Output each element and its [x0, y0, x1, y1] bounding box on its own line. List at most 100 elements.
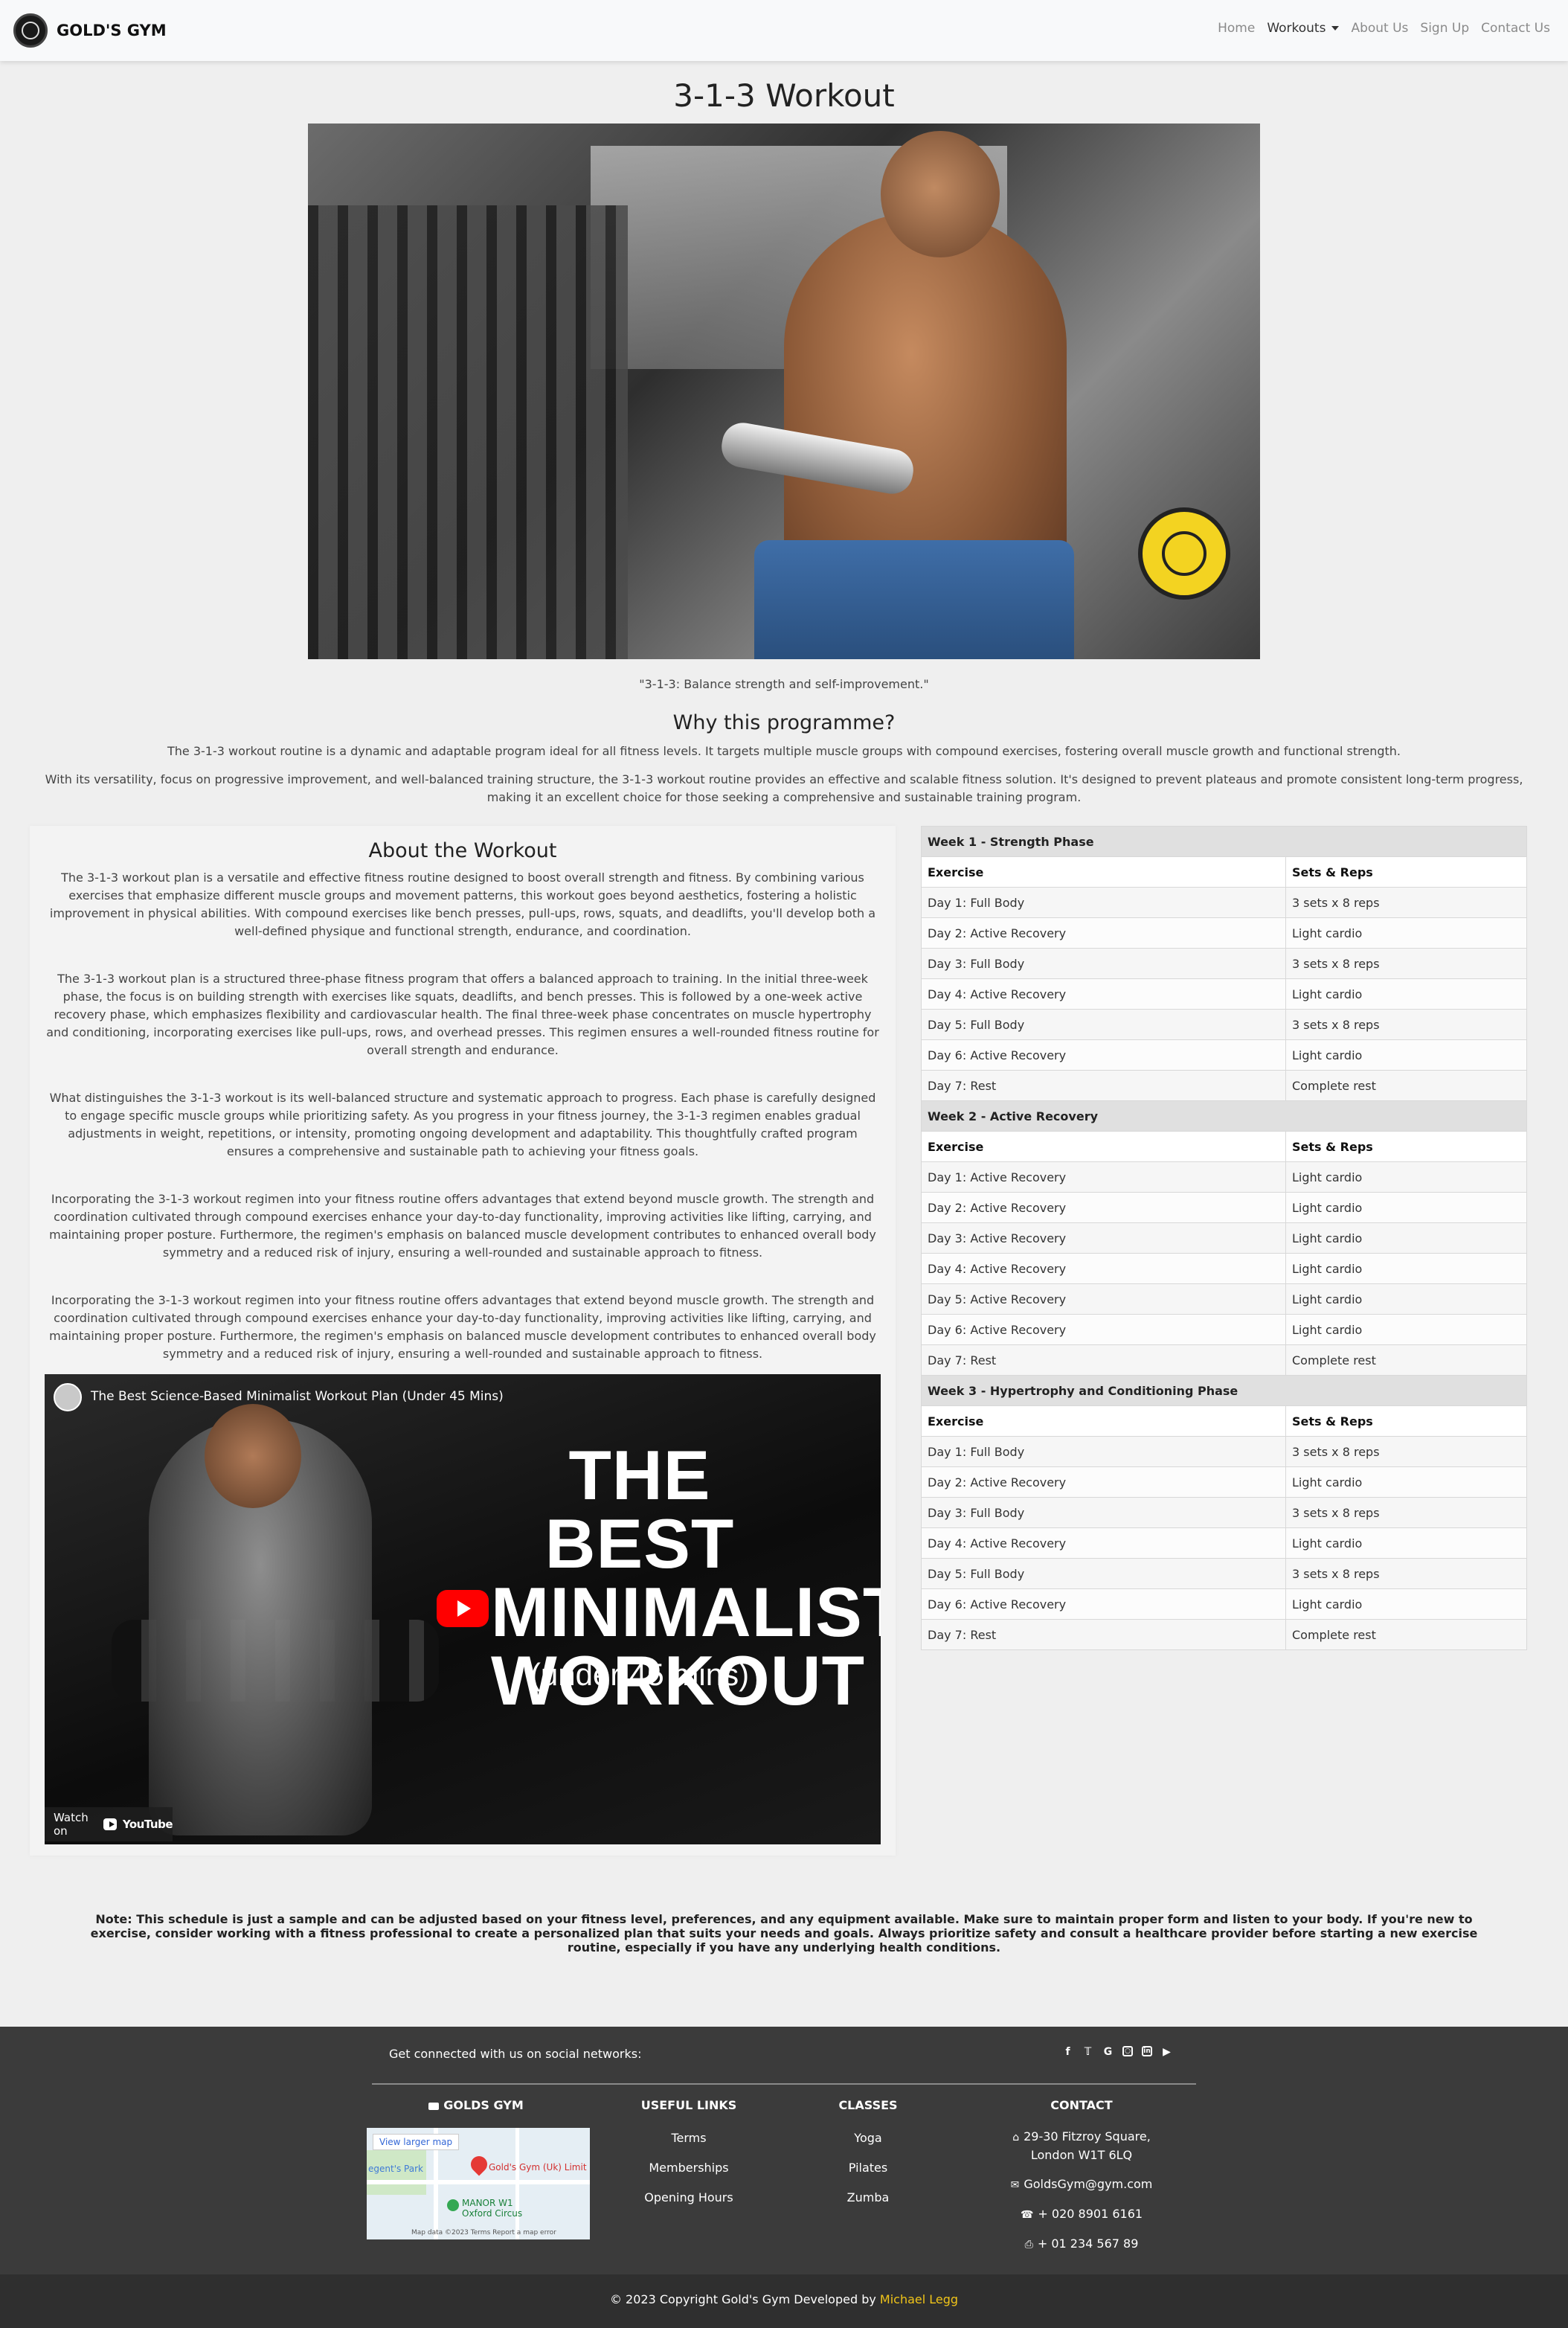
copyright-text: © 2023 Copyright Gold's Gym Developed by: [609, 2292, 880, 2306]
exercise-cell: Day 1: Full Body: [921, 1436, 1286, 1467]
nav-workouts-dropdown[interactable]: Workouts: [1267, 21, 1340, 36]
social-text: Get connected with us on social networks…: [389, 2047, 642, 2061]
about-paragraph: The 3-1-3 workout plan is a versatile an…: [49, 870, 876, 938]
sets-reps-cell: Complete rest: [1285, 1344, 1527, 1376]
dumbbell-icon: [428, 2102, 440, 2110]
instagram-icon[interactable]: ○: [1122, 2046, 1133, 2056]
map-station-label: Oxford Circus: [462, 2208, 523, 2219]
navbar: GOLD'S GYM Home Workouts About Us Sign U…: [0, 0, 1568, 61]
video-title[interactable]: The Best Science-Based Minimalist Workou…: [91, 1389, 504, 1404]
exercise-cell: Day 4: Active Recovery: [921, 1527, 1286, 1559]
footer-class-zumba[interactable]: Zumba: [794, 2190, 942, 2204]
table-row: Day 5: Full Body 3 sets x 8 reps: [921, 1009, 1527, 1040]
about-paragraph: What distinguishes the 3-1-3 workout is …: [49, 1091, 876, 1158]
exercise-cell: Day 2: Active Recovery: [921, 1466, 1286, 1498]
sets-reps-cell: 3 sets x 8 reps: [1285, 1436, 1527, 1467]
exercise-cell: Day 4: Active Recovery: [921, 978, 1286, 1010]
caret-down-icon: [1331, 26, 1340, 31]
hero-image: [308, 124, 1260, 659]
watch-on-label: Watch on: [54, 1811, 89, 1838]
map-station-icon: [447, 2199, 459, 2211]
map-park-label: egent's Park: [368, 2164, 423, 2174]
contact-heading: CONTACT: [1050, 2098, 1113, 2112]
address-line: 29-30 Fitzroy Square,: [1024, 2129, 1151, 2143]
sets-reps-cell: Light cardio: [1285, 1466, 1527, 1498]
phone-icon: ☎: [1020, 2209, 1034, 2221]
exercise-cell: Day 6: Active Recovery: [921, 1588, 1286, 1620]
nav-about[interactable]: About Us: [1351, 21, 1408, 36]
golds-gym-badge-icon: [1138, 507, 1230, 600]
table-row: Day 6: Active Recovery Light cardio: [921, 1314, 1527, 1345]
about-title: About the Workout: [368, 839, 557, 862]
table-row: Day 3: Full Body 3 sets x 8 reps: [921, 1497, 1527, 1528]
printer-icon: ⎙: [1024, 2239, 1033, 2251]
twitter-icon[interactable]: 𝕋: [1082, 2046, 1093, 2058]
sets-reps-cell: Light cardio: [1285, 1039, 1527, 1071]
schedule-phase-row: Week 2 - Active Recovery: [921, 1100, 1527, 1132]
column-header: Sets & Reps: [1285, 1405, 1527, 1437]
channel-avatar[interactable]: [54, 1383, 82, 1411]
sets-reps-cell: 3 sets x 8 reps: [1285, 1497, 1527, 1528]
column-header: Sets & Reps: [1285, 856, 1527, 888]
contact-address: ⌂ 29-30 Fitzroy Square, London W1T 6LQ: [973, 2128, 1190, 2164]
contact-phone[interactable]: ☎ + 020 8901 6161: [973, 2205, 1190, 2224]
table-row: Day 7: Rest Complete rest: [921, 1619, 1527, 1650]
table-row: Day 4: Active Recovery Light cardio: [921, 1527, 1527, 1559]
sets-reps-cell: 3 sets x 8 reps: [1285, 887, 1527, 918]
classes-heading: CLASSES: [838, 2098, 898, 2112]
google-icon[interactable]: G: [1102, 2046, 1114, 2058]
sets-reps-cell: Light cardio: [1285, 1222, 1527, 1254]
table-row: Day 3: Active Recovery Light cardio: [921, 1222, 1527, 1254]
exercise-cell: Day 2: Active Recovery: [921, 1192, 1286, 1223]
footer-link-terms[interactable]: Terms: [614, 2131, 763, 2145]
sets-reps-cell: Complete rest: [1285, 1619, 1527, 1650]
facebook-icon[interactable]: f: [1062, 2046, 1073, 2058]
nav-home[interactable]: Home: [1218, 21, 1255, 36]
sets-reps-cell: Light cardio: [1285, 1283, 1527, 1315]
exercise-cell: Day 5: Active Recovery: [921, 1283, 1286, 1315]
brand[interactable]: GOLD'S GYM: [13, 13, 167, 48]
contact-fax: ⎙ + 01 234 567 89: [973, 2235, 1190, 2254]
table-row: Day 5: Full Body 3 sets x 8 reps: [921, 1558, 1527, 1589]
schedule-header-row: Exercise Sets & Reps: [921, 856, 1527, 888]
footer-link-opening-hours[interactable]: Opening Hours: [614, 2190, 763, 2204]
exercise-cell: Day 7: Rest: [921, 1070, 1286, 1101]
sets-reps-cell: Light cardio: [1285, 1588, 1527, 1620]
schedule-phase-row: Week 3 - Hypertrophy and Conditioning Ph…: [921, 1375, 1527, 1406]
author-link[interactable]: Michael Legg: [880, 2292, 958, 2306]
address-line: London W1T 6LQ: [1030, 2148, 1133, 2162]
exercise-cell: Day 3: Active Recovery: [921, 1222, 1286, 1254]
youtube-video-embed[interactable]: The Best Science-Based Minimalist Workou…: [45, 1374, 881, 1844]
nav-signup[interactable]: Sign Up: [1420, 21, 1469, 36]
nav-contact[interactable]: Contact Us: [1481, 21, 1550, 36]
home-icon: ⌂: [1012, 2132, 1020, 2143]
about-paragraph: The 3-1-3 workout plan is a structured t…: [46, 972, 879, 1057]
sets-reps-cell: Complete rest: [1285, 1070, 1527, 1101]
about-section: About the Workout The 3-1-3 workout plan…: [30, 826, 896, 1856]
embedded-map[interactable]: View larger map Gold's Gym (Uk) Limit eg…: [367, 2128, 590, 2239]
footer-link-memberships[interactable]: Memberships: [614, 2161, 763, 2175]
youtube-icon[interactable]: ▶: [1161, 2046, 1172, 2058]
youtube-wordmark: YouTube: [122, 1818, 173, 1831]
play-button[interactable]: [437, 1590, 489, 1627]
footer-class-pilates[interactable]: Pilates: [794, 2161, 942, 2175]
table-row: Day 3: Full Body 3 sets x 8 reps: [921, 948, 1527, 979]
why-paragraph: With its versatility, focus on progressi…: [45, 772, 1523, 804]
phase-title: Week 1 - Strength Phase: [921, 826, 1527, 857]
exercise-cell: Day 3: Full Body: [921, 948, 1286, 979]
view-larger-map-link[interactable]: View larger map: [373, 2134, 460, 2150]
linkedin-icon[interactable]: in: [1142, 2046, 1152, 2056]
sets-reps-cell: 3 sets x 8 reps: [1285, 948, 1527, 979]
exercise-cell: Day 4: Active Recovery: [921, 1253, 1286, 1284]
footer-class-yoga[interactable]: Yoga: [794, 2131, 942, 2145]
map-pin-icon: [467, 2152, 491, 2176]
thumb-line: THE BEST: [544, 1436, 735, 1583]
schedule-note: Note: This schedule is just a sample and…: [90, 1912, 1478, 1955]
exercise-cell: Day 3: Full Body: [921, 1497, 1286, 1528]
schedule-table: Week 1 - Strength Phase Exercise Sets & Re…: [921, 826, 1527, 1650]
thumb-subtitle: (under 45 mins): [530, 1657, 750, 1692]
contact-email[interactable]: ✉ GoldsGym@gym.com: [973, 2175, 1190, 2194]
watch-on-youtube-button[interactable]: Watch on YouTube: [45, 1807, 173, 1841]
sets-reps-cell: 3 sets x 8 reps: [1285, 1009, 1527, 1040]
email-text: GoldsGym@gym.com: [1024, 2177, 1153, 2191]
